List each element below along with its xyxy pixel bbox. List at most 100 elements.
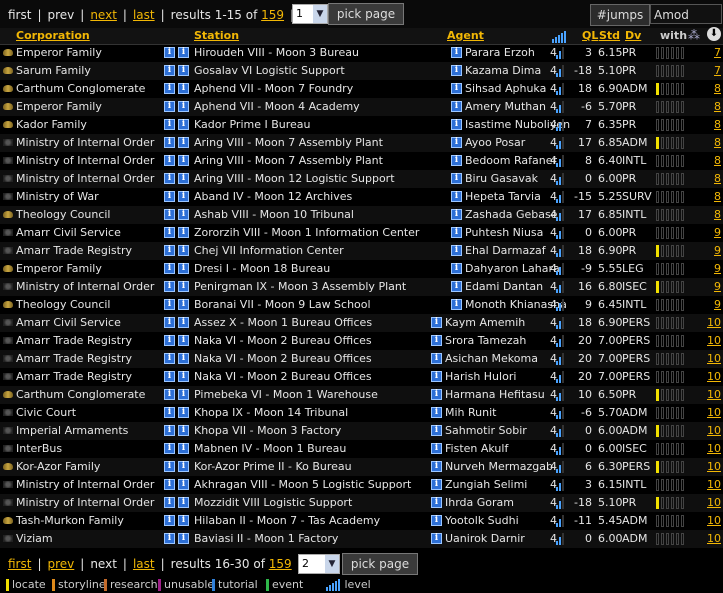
agent-info-icon[interactable]: i: [431, 443, 442, 454]
prev-link-bottom[interactable]: prev: [48, 557, 75, 571]
corp-info-icon[interactable]: i: [164, 65, 175, 76]
jumps-count-link[interactable]: 10: [707, 386, 721, 404]
agent-info-icon[interactable]: i: [431, 335, 442, 346]
corp-info-icon[interactable]: i: [164, 443, 175, 454]
corp-info-icon[interactable]: i: [164, 119, 175, 130]
column-agent[interactable]: Agent: [447, 29, 484, 42]
jumps-count-link[interactable]: 8: [714, 98, 721, 116]
next-link-bottom[interactable]: next: [90, 557, 117, 571]
jumps-count-link[interactable]: 8: [714, 80, 721, 98]
corp-info-icon[interactable]: i: [164, 479, 175, 490]
corp-info-icon[interactable]: i: [164, 227, 175, 238]
table-row[interactable]: Ministry of War i i Aband IV - Moon 12 Arch…: [0, 188, 723, 206]
last-link-bottom[interactable]: last: [133, 557, 155, 571]
table-row[interactable]: Tash-Murkon Family i i Hilaban II - Moon 7 …: [0, 512, 723, 530]
jumps-button[interactable]: #jumps: [590, 4, 650, 26]
station-info-icon[interactable]: i: [178, 245, 189, 256]
jumps-count-link[interactable]: 10: [707, 332, 721, 350]
corp-info-icon[interactable]: i: [164, 83, 175, 94]
jumps-count-link[interactable]: 8: [714, 116, 721, 134]
column-ql[interactable]: QL: [582, 29, 598, 42]
station-info-icon[interactable]: i: [178, 389, 189, 400]
jumps-count-link[interactable]: 9: [714, 296, 721, 314]
agent-info-icon[interactable]: i: [451, 227, 462, 238]
agent-info-icon[interactable]: i: [431, 371, 442, 382]
jumps-count-link[interactable]: 10: [707, 530, 721, 548]
agent-info-icon[interactable]: i: [451, 281, 462, 292]
jumps-count-link[interactable]: 8: [714, 134, 721, 152]
agent-info-icon[interactable]: i: [451, 83, 462, 94]
table-row[interactable]: InterBus i i Mabnen IV - Moon 1 Bureau i Fist…: [0, 440, 723, 458]
table-row[interactable]: Kador Family i i Kador Prime I Bureau i Isast…: [0, 116, 723, 134]
page-select-top[interactable]: 1 ▼: [292, 4, 328, 24]
table-row[interactable]: Ministry of Internal Order i i Aring VIII -…: [0, 170, 723, 188]
table-row[interactable]: Amarr Civil Service i i Zororzih VIII - Moo…: [0, 224, 723, 242]
station-info-icon[interactable]: i: [178, 497, 189, 508]
jumps-count-link[interactable]: 10: [707, 314, 721, 332]
table-row[interactable]: Carthum Conglomerate i i Pimebeka VI - Moon…: [0, 386, 723, 404]
jumps-count-link[interactable]: 10: [707, 458, 721, 476]
agent-info-icon[interactable]: i: [431, 515, 442, 526]
download-icon[interactable]: ⬇: [707, 27, 721, 41]
next-link-top[interactable]: next: [90, 8, 117, 22]
system-search-input[interactable]: Amod: [650, 4, 722, 24]
agent-info-icon[interactable]: i: [451, 263, 462, 274]
corp-info-icon[interactable]: i: [164, 533, 175, 544]
station-info-icon[interactable]: i: [178, 425, 189, 436]
agent-info-icon[interactable]: i: [451, 47, 462, 58]
station-info-icon[interactable]: i: [178, 335, 189, 346]
table-row[interactable]: Emperor Family i i Dresi I - Moon 18 Bureau…: [0, 260, 723, 278]
corp-info-icon[interactable]: i: [164, 47, 175, 58]
corp-info-icon[interactable]: i: [164, 389, 175, 400]
table-row[interactable]: Emperor Family i i Hiroudeh VIII - Moon 3 B…: [0, 44, 723, 62]
level-bars-icon[interactable]: [552, 30, 567, 43]
corp-info-icon[interactable]: i: [164, 191, 175, 202]
station-info-icon[interactable]: i: [178, 119, 189, 130]
jumps-count-link[interactable]: 10: [707, 512, 721, 530]
jumps-count-link[interactable]: 10: [707, 476, 721, 494]
first-link-top[interactable]: first: [8, 8, 31, 22]
corp-info-icon[interactable]: i: [164, 137, 175, 148]
station-info-icon[interactable]: i: [178, 191, 189, 202]
agent-info-icon[interactable]: i: [431, 533, 442, 544]
table-row[interactable]: Carthum Conglomerate i i Aphend VII - Moon …: [0, 80, 723, 98]
agent-info-icon[interactable]: i: [451, 155, 462, 166]
first-link-bottom[interactable]: first: [8, 557, 31, 571]
corp-info-icon[interactable]: i: [164, 245, 175, 256]
jumps-count-link[interactable]: 8: [714, 170, 721, 188]
prev-link-top[interactable]: prev: [48, 8, 75, 22]
stars-sort-icon[interactable]: ⁂: [688, 28, 700, 42]
corp-info-icon[interactable]: i: [164, 515, 175, 526]
agent-info-icon[interactable]: i: [431, 353, 442, 364]
table-row[interactable]: Amarr Trade Registry i i Naka VI - Moon 2 B…: [0, 350, 723, 368]
station-info-icon[interactable]: i: [178, 155, 189, 166]
station-info-icon[interactable]: i: [178, 353, 189, 364]
corp-info-icon[interactable]: i: [164, 317, 175, 328]
corp-info-icon[interactable]: i: [164, 155, 175, 166]
station-info-icon[interactable]: i: [178, 371, 189, 382]
table-row[interactable]: Amarr Trade Registry i i Chej VII Informati…: [0, 242, 723, 260]
agent-info-icon[interactable]: i: [451, 137, 462, 148]
corp-info-icon[interactable]: i: [164, 353, 175, 364]
corp-info-icon[interactable]: i: [164, 263, 175, 274]
table-row[interactable]: Amarr Civil Service i i Assez X - Moon 1 Bu…: [0, 314, 723, 332]
jumps-count-link[interactable]: 10: [707, 404, 721, 422]
corp-info-icon[interactable]: i: [164, 425, 175, 436]
station-info-icon[interactable]: i: [178, 83, 189, 94]
table-row[interactable]: Kor-Azor Family i i Kor-Azor Prime II - Ko …: [0, 458, 723, 476]
table-row[interactable]: Theology Council i i Boranai VII - Moon 9 L…: [0, 296, 723, 314]
station-info-icon[interactable]: i: [178, 479, 189, 490]
agent-info-icon[interactable]: i: [451, 65, 462, 76]
agent-info-icon[interactable]: i: [451, 191, 462, 202]
agent-info-icon[interactable]: i: [451, 245, 462, 256]
pick-page-button-bottom[interactable]: pick page: [342, 553, 418, 575]
corp-info-icon[interactable]: i: [164, 281, 175, 292]
page-select-bottom[interactable]: 2 ▼: [298, 554, 340, 574]
corp-info-icon[interactable]: i: [164, 407, 175, 418]
station-info-icon[interactable]: i: [178, 101, 189, 112]
table-row[interactable]: Viziam i i Baviasi II - Moon 1 Factory i Uani…: [0, 530, 723, 548]
jumps-count-link[interactable]: 10: [707, 494, 721, 512]
station-info-icon[interactable]: i: [178, 461, 189, 472]
column-station[interactable]: Station: [194, 29, 239, 42]
agent-info-icon[interactable]: i: [431, 407, 442, 418]
